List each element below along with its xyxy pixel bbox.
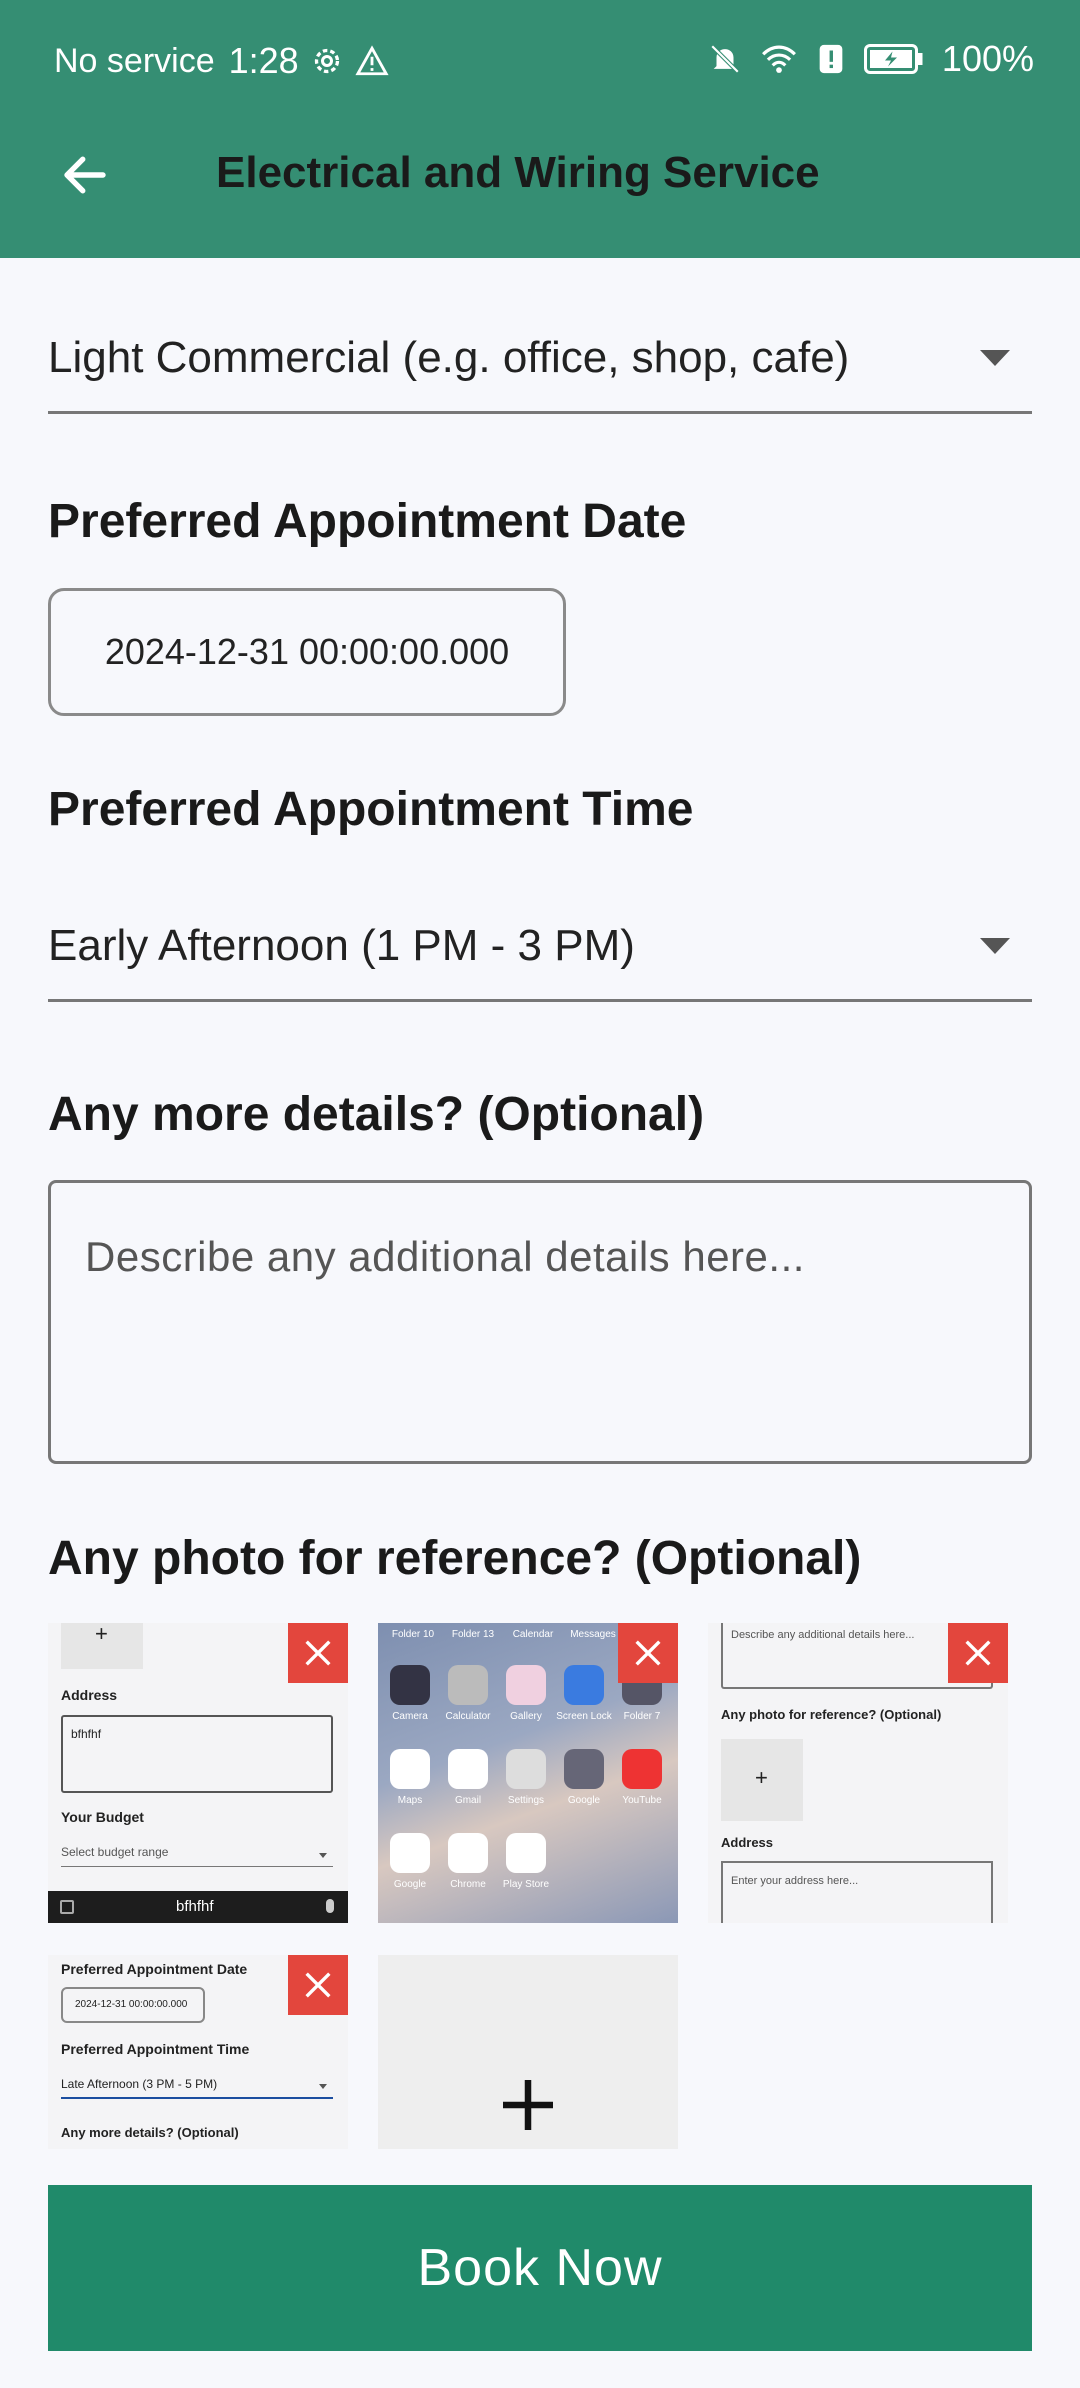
details-textarea[interactable]: Describe any additional details here... xyxy=(48,1180,1032,1464)
thumb-text: Your Budget xyxy=(61,1809,144,1825)
close-icon xyxy=(635,1640,661,1666)
screen-lock-icon xyxy=(564,1665,604,1705)
carrier-text: No service xyxy=(54,41,215,80)
property-type-value: Light Commercial (e.g. office, shop, caf… xyxy=(48,332,850,382)
chrome-icon xyxy=(448,1833,488,1873)
plus-icon xyxy=(503,2080,553,2130)
book-now-label: Book Now xyxy=(417,2239,663,2297)
property-type-dropdown[interactable]: Light Commercial (e.g. office, shop, caf… xyxy=(48,304,1032,414)
thumb-plus: + xyxy=(95,1623,108,1646)
thumb-text: YouTube xyxy=(622,1795,662,1806)
back-button[interactable] xyxy=(50,140,120,210)
clock: 1:28 xyxy=(228,40,299,81)
thumb-text: Gallery xyxy=(510,1711,542,1722)
time-dropdown[interactable]: Early Afternoon (1 PM - 3 PM) xyxy=(48,892,1032,1002)
status-bar: No service 1:28 100% xyxy=(0,0,1080,120)
gallery-icon xyxy=(506,1665,546,1705)
remove-photo-button[interactable] xyxy=(288,1623,348,1683)
thumb-caret-icon xyxy=(319,1853,327,1858)
book-now-button[interactable]: Book Now xyxy=(48,2185,1032,2351)
photo-thumbnail[interactable]: Describe any additional details here... … xyxy=(708,1623,1008,1923)
status-right: 100% xyxy=(708,38,1034,80)
thumb-text: Gmail xyxy=(454,1795,482,1806)
photo-label: Any photo for reference? (Optional) xyxy=(48,1532,862,1585)
dropdown-caret-icon xyxy=(980,349,1010,366)
thumb-text: Google xyxy=(567,1795,601,1806)
thumb-text: Select budget range xyxy=(61,1845,169,1859)
thumb-time-dropdown: Late Afternoon (3 PM - 5 PM) xyxy=(61,2073,333,2099)
youtube-icon xyxy=(622,1749,662,1789)
thumb-text: Address xyxy=(61,1687,118,1703)
thumb-grid-icon xyxy=(60,1900,74,1914)
mute-bell-icon xyxy=(710,44,740,74)
camera-icon xyxy=(390,1665,430,1705)
thumb-keyboard-bar: bfhfhf xyxy=(48,1891,348,1923)
calculator-icon xyxy=(448,1665,488,1705)
thumb-text: Folder 7 xyxy=(623,1711,661,1722)
thumb-text: Camera xyxy=(392,1711,428,1722)
alert-icon xyxy=(819,44,843,74)
google-folder-icon xyxy=(564,1749,604,1789)
app-header: No service 1:28 100% Electrical and Wiri… xyxy=(0,0,1080,258)
close-icon xyxy=(305,1640,331,1666)
thumb-text: Late Afternoon (3 PM - 5 PM) xyxy=(61,2077,218,2091)
remove-photo-button[interactable] xyxy=(288,1955,348,2015)
gmail-icon xyxy=(448,1749,488,1789)
thumb-mic-icon xyxy=(326,1899,334,1913)
thumb-add-tile: + xyxy=(721,1739,803,1821)
thumb-text: Describe any additional details here... xyxy=(731,1629,915,1641)
close-icon xyxy=(965,1640,991,1666)
settings-gear-icon xyxy=(314,48,339,74)
date-label: Preferred Appointment Date xyxy=(48,495,687,548)
dropdown-caret-icon xyxy=(980,937,1010,954)
thumb-text: Google xyxy=(393,1879,427,1890)
settings-icon xyxy=(506,1749,546,1789)
thumb-text: Calculator xyxy=(445,1711,491,1722)
thumb-text: bfhfhf xyxy=(176,1898,214,1915)
battery-icon xyxy=(863,44,923,74)
thumb-text: Chrome xyxy=(450,1879,486,1890)
thumb-text: bfhfhf xyxy=(71,1727,102,1741)
add-photo-button[interactable] xyxy=(378,1955,678,2149)
arrow-left-icon xyxy=(64,156,106,194)
thumb-text: Any more details? (Optional) xyxy=(61,2125,239,2140)
date-picker-button[interactable]: 2024-12-31 00:00:00.000 xyxy=(48,588,566,716)
thumb-text: Settings xyxy=(507,1795,545,1806)
play-store-icon xyxy=(506,1833,546,1873)
thumb-text: Preferred Appointment Date xyxy=(61,1961,248,1977)
photo-thumbnail[interactable]: + Address bfhfhf Your Budget Select budg… xyxy=(48,1623,348,1923)
thumb-text: Maps xyxy=(397,1795,423,1806)
page-title: Electrical and Wiring Service xyxy=(216,148,820,197)
remove-photo-button[interactable] xyxy=(618,1623,678,1683)
thumb-text: 2024-12-31 00:00:00.000 xyxy=(75,1999,188,2010)
thumb-text: Address xyxy=(721,1835,774,1850)
date-value: 2024-12-31 00:00:00.000 xyxy=(104,631,510,672)
thumb-text: Any photo for reference? (Optional) xyxy=(721,1707,942,1722)
thumb-caret-icon xyxy=(319,2084,327,2089)
thumb-add-tile: + xyxy=(61,1623,143,1669)
status-left: No service 1:28 xyxy=(54,40,389,82)
battery-percent: 100% xyxy=(941,38,1034,79)
close-icon xyxy=(305,1972,331,1998)
thumb-text: + xyxy=(755,1765,768,1790)
wifi-icon xyxy=(761,45,796,73)
remove-photo-button[interactable] xyxy=(948,1623,1008,1683)
thumb-text: Enter your address here... xyxy=(731,1875,859,1887)
google-icon xyxy=(390,1833,430,1873)
thumb-date-box: 2024-12-31 00:00:00.000 xyxy=(61,1987,205,2023)
thumb-text: Screen Lock xyxy=(556,1711,612,1722)
time-value: Early Afternoon (1 PM - 3 PM) xyxy=(48,920,635,970)
thumb-address-box: Enter your address here... xyxy=(721,1861,993,1923)
details-label: Any more details? (Optional) xyxy=(48,1088,705,1141)
thumb-address-box: bfhfhf xyxy=(61,1715,333,1793)
time-label: Preferred Appointment Time xyxy=(48,783,694,836)
warning-icon xyxy=(355,45,389,76)
photo-thumbnail[interactable]: Folder 10 Folder 13 Calendar Messages Ca… xyxy=(378,1623,678,1923)
thumb-text: Play Store xyxy=(502,1879,550,1890)
details-placeholder: Describe any additional details here... xyxy=(85,1233,805,1280)
maps-icon xyxy=(390,1749,430,1789)
thumb-text: Preferred Appointment Time xyxy=(61,2041,250,2057)
thumb-budget-dropdown: Select budget range xyxy=(61,1843,333,1867)
photo-thumbnail[interactable]: Preferred Appointment Date 2024-12-31 00… xyxy=(48,1955,348,2149)
